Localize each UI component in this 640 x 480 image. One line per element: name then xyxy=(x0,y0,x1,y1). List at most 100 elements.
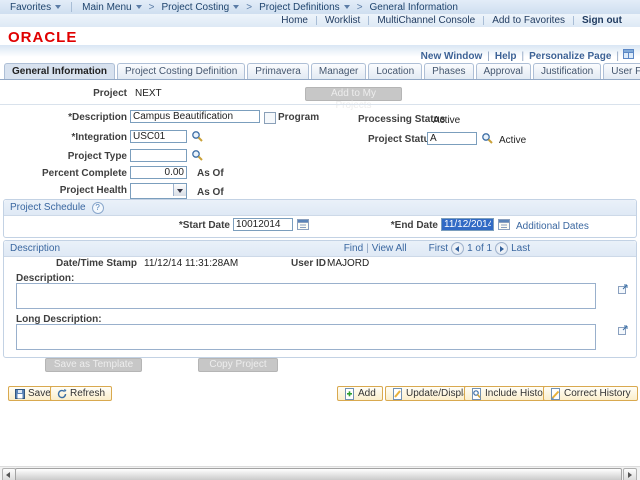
integration-label: *Integration xyxy=(0,132,127,143)
sign-out-link[interactable]: Sign out xyxy=(574,15,630,26)
find-link[interactable]: Find xyxy=(344,243,363,254)
chevron-down-icon xyxy=(55,5,61,9)
long-description-textarea[interactable] xyxy=(16,324,596,350)
include-history-icon xyxy=(471,388,482,400)
description-title: Description xyxy=(10,243,344,254)
start-date-calendar-icon[interactable] xyxy=(297,218,309,230)
percent-complete-input[interactable] xyxy=(130,166,187,179)
project-type-label: Project Type xyxy=(0,151,127,162)
user-id-label: User ID xyxy=(291,258,326,269)
project-health-dropdown[interactable] xyxy=(130,183,187,199)
scroll-right-button[interactable] xyxy=(623,468,637,480)
project-schedule-header: Project Schedule xyxy=(4,200,636,216)
processing-status-value: Active xyxy=(433,115,460,126)
project-type-lookup-icon[interactable] xyxy=(191,149,204,162)
horizontal-scrollbar[interactable] xyxy=(0,466,640,480)
view-all-link[interactable]: View All xyxy=(372,243,407,254)
scroll-left-button[interactable] xyxy=(2,468,16,480)
chevron-down-icon xyxy=(233,5,239,9)
end-date-label: *End Date xyxy=(364,220,438,231)
breadcrumb: Favorites Main Menu Project Costing Proj… xyxy=(0,0,640,15)
add-button[interactable]: Add xyxy=(337,386,383,401)
project-health-label: Project Health xyxy=(0,185,127,196)
end-date-calendar-icon[interactable] xyxy=(498,218,510,230)
main-menu-label: Main Menu xyxy=(82,2,131,13)
chevron-down-icon xyxy=(344,5,350,9)
user-id-value: MAJORD xyxy=(327,258,369,269)
save-button-label: Save xyxy=(28,388,51,399)
description-input[interactable] xyxy=(130,110,260,123)
breadcrumb-separator xyxy=(146,2,158,13)
project-status-input[interactable] xyxy=(427,132,477,145)
new-window-link[interactable]: New Window xyxy=(416,51,488,62)
integration-input[interactable] xyxy=(130,130,187,143)
program-checkbox[interactable] xyxy=(264,112,276,124)
oracle-logo: ORACLE xyxy=(8,29,77,46)
add-to-favorites-link[interactable]: Add to Favorites xyxy=(484,15,573,26)
copy-project-button[interactable]: Copy Project xyxy=(198,358,278,372)
first-label[interactable]: First xyxy=(429,243,448,254)
scrollbar-thumb[interactable] xyxy=(15,468,622,480)
expand-textarea-icon[interactable] xyxy=(618,325,628,335)
refresh-button-label: Refresh xyxy=(70,388,105,399)
previous-row-icon[interactable] xyxy=(451,242,464,255)
logo-row: ORACLE xyxy=(0,27,640,45)
tab-approval[interactable]: Approval xyxy=(476,63,531,79)
row-count: 1 of 1 xyxy=(467,243,492,254)
project-status-label: Project Status xyxy=(368,134,435,145)
favorites-label: Favorites xyxy=(10,2,51,13)
correct-history-icon xyxy=(550,388,561,400)
breadcrumb-item-project-definitions[interactable]: Project Definitions xyxy=(255,2,354,13)
project-schedule-section: Project Schedule *Start Date *End Date A… xyxy=(3,199,637,238)
worklist-link[interactable]: Worklist xyxy=(317,15,368,26)
tab-manager[interactable]: Manager xyxy=(311,63,366,79)
portal-links: Home Worklist MultiChannel Console Add t… xyxy=(0,14,640,27)
save-as-template-button[interactable]: Save as Template xyxy=(45,358,142,372)
correct-history-button[interactable]: Correct History xyxy=(543,386,638,401)
main-menu[interactable]: Main Menu xyxy=(78,2,145,13)
refresh-button[interactable]: Refresh xyxy=(50,386,112,401)
help-link[interactable]: Help xyxy=(490,51,522,62)
favorites-menu[interactable]: Favorites xyxy=(6,2,65,13)
multichannel-console-link[interactable]: MultiChannel Console xyxy=(369,15,483,26)
tab-project-costing-definition[interactable]: Project Costing Definition xyxy=(117,63,245,79)
last-label[interactable]: Last xyxy=(511,243,530,254)
start-date-input[interactable] xyxy=(233,218,293,231)
peoplesoft-window: Favorites Main Menu Project Costing Proj… xyxy=(0,0,640,480)
project-status-lookup-icon[interactable] xyxy=(481,132,494,145)
end-date-input[interactable] xyxy=(441,218,494,231)
integration-lookup-icon[interactable] xyxy=(191,130,204,143)
tab-primavera[interactable]: Primavera xyxy=(247,63,309,79)
project-type-input[interactable] xyxy=(130,149,187,162)
tab-phases[interactable]: Phases xyxy=(424,63,473,79)
as-of-label: As Of xyxy=(197,187,224,198)
description-textarea[interactable] xyxy=(16,283,596,309)
divider xyxy=(0,104,640,105)
personalize-layout-icon[interactable] xyxy=(623,49,634,62)
description-header: Description Find | View All First 1 of 1… xyxy=(4,241,636,257)
as-of-label: As Of xyxy=(197,168,224,179)
home-link[interactable]: Home xyxy=(273,15,316,26)
description-label: *Description xyxy=(0,112,127,123)
breadcrumb-item-project-costing[interactable]: Project Costing xyxy=(157,2,243,13)
percent-complete-label: Percent Complete xyxy=(0,168,127,179)
add-icon xyxy=(344,388,355,400)
datetime-stamp-value: 11/12/14 11:31:28AM xyxy=(144,258,238,269)
add-button-label: Add xyxy=(358,388,376,399)
project-label: Project xyxy=(0,88,127,99)
personalize-page-link[interactable]: Personalize Page xyxy=(524,51,616,62)
tab-justification[interactable]: Justification xyxy=(533,63,601,79)
breadcrumb-separator xyxy=(354,2,366,13)
chevron-down-icon xyxy=(136,5,142,9)
correct-history-button-label: Correct History xyxy=(564,388,631,399)
tab-general-information[interactable]: General Information xyxy=(4,63,115,79)
add-to-my-projects-button[interactable]: Add to My Projects xyxy=(305,87,402,101)
additional-dates-link[interactable]: Additional Dates xyxy=(516,221,589,232)
tab-location[interactable]: Location xyxy=(368,63,422,79)
tab-user-fields[interactable]: User Fields xyxy=(603,63,640,79)
next-row-icon[interactable] xyxy=(495,242,508,255)
help-icon[interactable] xyxy=(92,202,104,214)
divider: | xyxy=(363,243,372,254)
expand-textarea-icon[interactable] xyxy=(618,284,628,294)
tab-bar: General Information Project Costing Defi… xyxy=(0,62,640,80)
